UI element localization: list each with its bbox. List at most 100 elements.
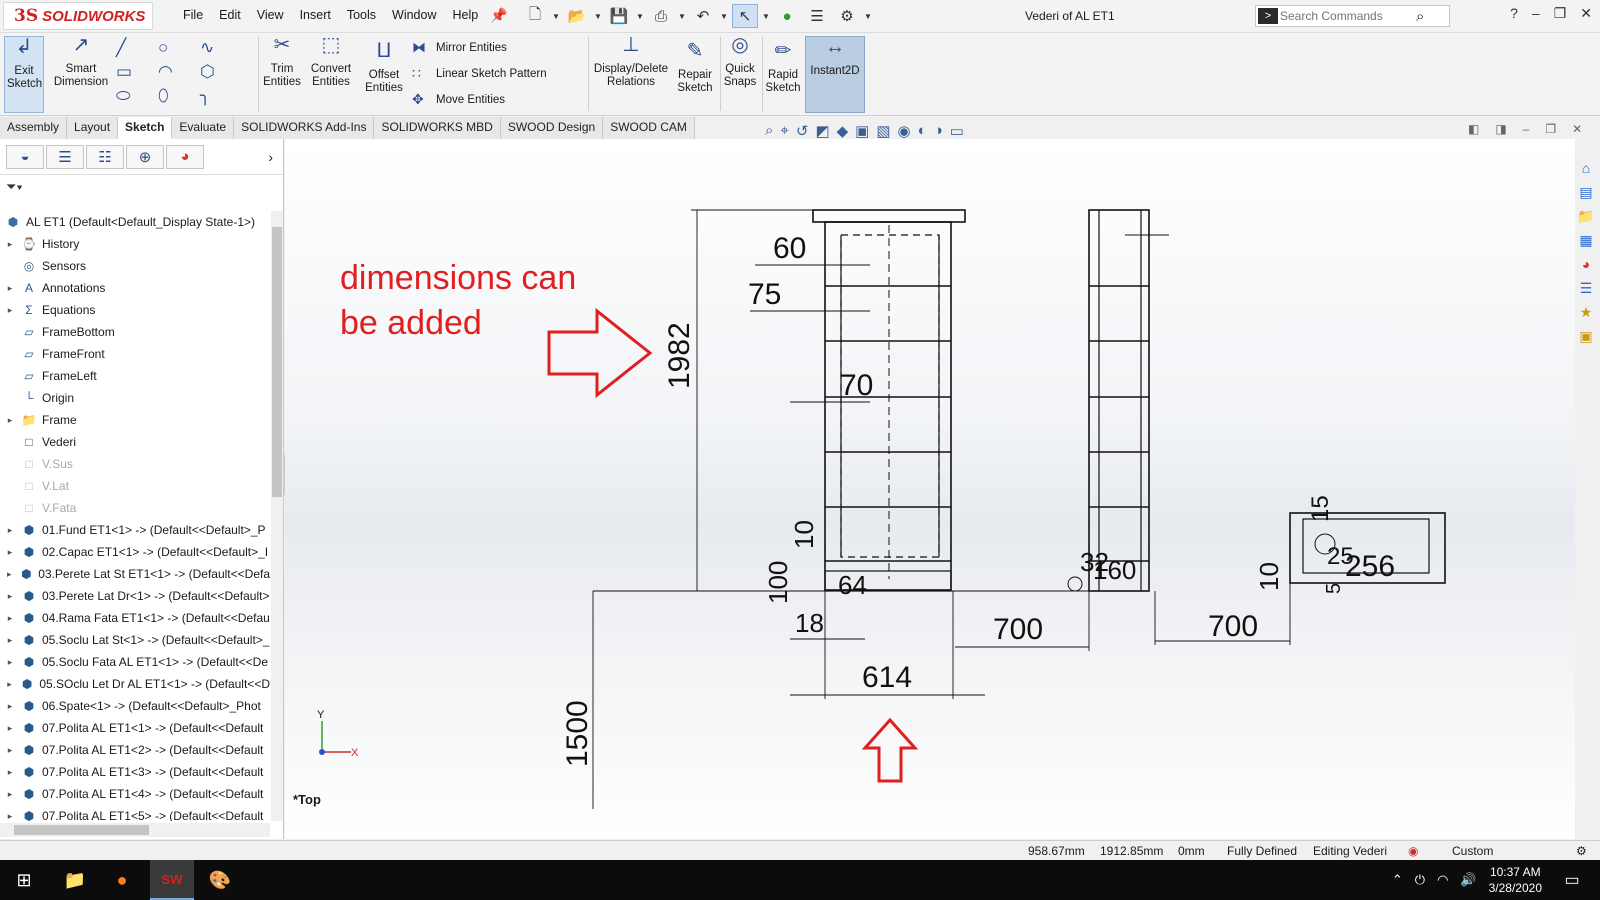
menu-help[interactable]: Help	[445, 8, 487, 22]
tree-item[interactable]: □ V.Sus	[0, 453, 270, 475]
power-icon[interactable]: ⏻	[1415, 872, 1425, 888]
tab-swood-design[interactable]: SWOOD Design	[501, 117, 604, 139]
pin-icon[interactable]: 📌	[490, 7, 507, 24]
tree-item[interactable]: ▸ ⌚ History	[0, 233, 270, 255]
expand-arrow-icon[interactable]: ▸	[4, 305, 16, 316]
clock[interactable]: 10:37 AM 3/28/2020	[1489, 864, 1542, 896]
expand-arrow-icon[interactable]: ▸	[4, 547, 16, 558]
tree-item[interactable]: ▸ ⬢ 07.Polita AL ET1<1> -> (Default<<Defau…	[0, 717, 270, 739]
dimension-value[interactable]: 100	[763, 561, 793, 604]
graphics-area[interactable]: 60 75 1982 70 10 100 64 18 614 1500 700 700 32 160 15 2…	[285, 139, 1575, 839]
windows-start-icon[interactable]: ⊞	[0, 860, 48, 900]
options-gear-icon[interactable]: ⚙	[834, 4, 860, 28]
tab-solidworks-add-ins[interactable]: SOLIDWORKS Add-Ins	[234, 117, 375, 139]
split-left-icon[interactable]: ◧	[1468, 122, 1479, 136]
tree-item[interactable]: □ V.Lat	[0, 475, 270, 497]
tree-item[interactable]: ▸ ⬢ 05.SOclu Let Dr AL ET1<1> -> (Default<…	[0, 673, 270, 695]
slot-icon[interactable]: ⬭	[116, 86, 158, 110]
search-commands-box[interactable]: > ⌕	[1255, 5, 1450, 27]
tree-item[interactable]: ▸ 📁 Frame	[0, 409, 270, 431]
tree-item[interactable]: ▸ ⬢ 05.Soclu Lat St<1> -> (Default<<Defaul…	[0, 629, 270, 651]
notifications-icon[interactable]: ▭	[1552, 860, 1592, 900]
tree-item[interactable]: ▸ ⬢ 04.Rama Fata ET1<1> -> (Default<<Defau	[0, 607, 270, 629]
zoom-to-area-icon[interactable]: ⌖	[780, 122, 788, 140]
solidworks-logo[interactable]: 3S SOLIDWORKS	[3, 2, 153, 30]
tree-item[interactable]: □ V.Fata	[0, 497, 270, 519]
expand-arrow-icon[interactable]: ▸	[4, 723, 16, 734]
search-input[interactable]	[1280, 9, 1410, 23]
tab-assembly[interactable]: Assembly	[0, 117, 68, 139]
circle-icon[interactable]: ○	[158, 38, 200, 62]
tree-item[interactable]: □ Vederi	[0, 431, 270, 453]
mirror-entities-button[interactable]: ⧓ Mirror Entities	[412, 39, 507, 56]
tab-layout[interactable]: Layout	[67, 117, 119, 139]
status-units[interactable]: Custom	[1452, 844, 1493, 858]
chevron-down-icon[interactable]: ▼	[762, 12, 770, 21]
exit-sketch-button[interactable]: ↲ Exit Sketch	[4, 36, 44, 113]
filter-icon[interactable]: ⏷▾	[0, 175, 283, 199]
repair-sketch-button[interactable]: ✎ Repair Sketch	[674, 41, 716, 95]
expand-arrow-icon[interactable]: ▸	[4, 569, 14, 580]
chevron-down-icon[interactable]: ▼	[720, 12, 728, 21]
linear-sketch-pattern-button[interactable]: ∷ Linear Sketch Pattern	[412, 65, 547, 82]
expand-arrow-icon[interactable]: ▸	[4, 745, 16, 756]
tree-item[interactable]: ▸ ⬢ 07.Polita AL ET1<5> -> (Default<<Defau…	[0, 805, 270, 821]
solidworks-forum-icon[interactable]: ★	[1575, 304, 1597, 326]
scroll-thumb[interactable]	[272, 227, 282, 497]
design-library-icon[interactable]: ▤	[1575, 184, 1597, 206]
chevron-down-icon[interactable]: ▼	[864, 12, 872, 21]
arc-icon[interactable]: ◠	[158, 62, 200, 86]
dimxpert-tab-icon[interactable]: ⊕	[126, 144, 164, 169]
dimension-value[interactable]: 75	[748, 278, 781, 311]
expand-arrow-icon[interactable]: ▸	[4, 635, 16, 646]
tree-item[interactable]: ▸ ⬢ 02.Capac ET1<1> -> (Default<<Default>_…	[0, 541, 270, 563]
expand-arrow-icon[interactable]: ▸	[4, 613, 16, 624]
tree-item[interactable]: ▸ Σ Equations	[0, 299, 270, 321]
dimension-value[interactable]: 614	[862, 661, 912, 694]
dynamic-annotation-icon[interactable]: ◆	[837, 122, 849, 140]
dimension-value[interactable]: 10	[789, 520, 819, 549]
tree-item[interactable]: ▱ FrameLeft	[0, 365, 270, 387]
rectangle-icon[interactable]: ▭	[116, 62, 158, 86]
dimension-value[interactable]: 1500	[561, 700, 594, 767]
dimension-value[interactable]: 10	[1254, 562, 1284, 591]
tree-item[interactable]: ▸ ⬢ 05.Soclu Fata AL ET1<1> -> (Default<<D…	[0, 651, 270, 673]
restore-icon[interactable]: ❐	[1554, 5, 1567, 22]
tree-item[interactable]: ▸ A Annotations	[0, 277, 270, 299]
chevron-down-icon[interactable]: ▼	[552, 12, 560, 21]
expand-arrow-icon[interactable]: ▸	[4, 415, 16, 426]
home-icon[interactable]: ⌂	[1575, 160, 1597, 182]
firefox-taskbar-icon[interactable]: ●	[102, 860, 142, 900]
tree-vertical-scrollbar[interactable]	[271, 211, 283, 821]
menu-view[interactable]: View	[249, 8, 292, 22]
expand-arrow-icon[interactable]: ▸	[4, 239, 16, 250]
wifi-icon[interactable]: ◠	[1437, 872, 1448, 888]
customize-icon[interactable]: ⚙	[1576, 844, 1587, 858]
chevron-down-icon[interactable]: ▼	[678, 12, 686, 21]
tree-item[interactable]: ▸ ⬢ 07.Polita AL ET1<3> -> (Default<<Defau…	[0, 761, 270, 783]
polygon-icon[interactable]: ⬡	[200, 62, 242, 86]
close-icon[interactable]: ✕	[1580, 5, 1592, 22]
split-right-icon[interactable]: ◨	[1495, 122, 1506, 136]
section-view-icon[interactable]: ◩	[815, 122, 829, 140]
search-icon[interactable]: ⌕	[1416, 8, 1424, 25]
menu-window[interactable]: Window	[384, 8, 444, 22]
rapid-sketch-button[interactable]: ✏ Rapid Sketch	[764, 41, 802, 95]
help-icon[interactable]: ?	[1510, 5, 1518, 22]
dimension-value[interactable]: 64	[838, 570, 867, 600]
line-icon[interactable]: ╱	[116, 38, 158, 62]
undo-icon[interactable]: ↶	[690, 4, 716, 28]
zoom-to-fit-icon[interactable]: ⌕	[765, 122, 773, 140]
view-palette-icon[interactable]: ▦	[1575, 232, 1597, 254]
hide-show-items-icon[interactable]: ◉	[898, 122, 911, 140]
tree-item[interactable]: ▸ ⬢ 01.Fund ET1<1> -> (Default<<Default>_P	[0, 519, 270, 541]
tree-root[interactable]: ⬢ AL ET1 (Default<Default_Display State-…	[0, 211, 270, 233]
edit-appearance-icon[interactable]: ◐	[918, 122, 927, 140]
select-cursor-icon[interactable]: ↖	[732, 4, 758, 28]
display-style-icon[interactable]: ▧	[876, 122, 890, 140]
configuration-manager-tab-icon[interactable]: ☷	[86, 144, 124, 169]
tree-item[interactable]: ▸ ⬢ 03.Perete Lat St ET1<1> -> (Default<<D…	[0, 563, 270, 585]
dimension-value[interactable]: 70	[840, 369, 873, 402]
file-explorer-icon[interactable]: 📁	[1575, 208, 1597, 230]
appearances-icon[interactable]: ◕	[1575, 256, 1597, 278]
